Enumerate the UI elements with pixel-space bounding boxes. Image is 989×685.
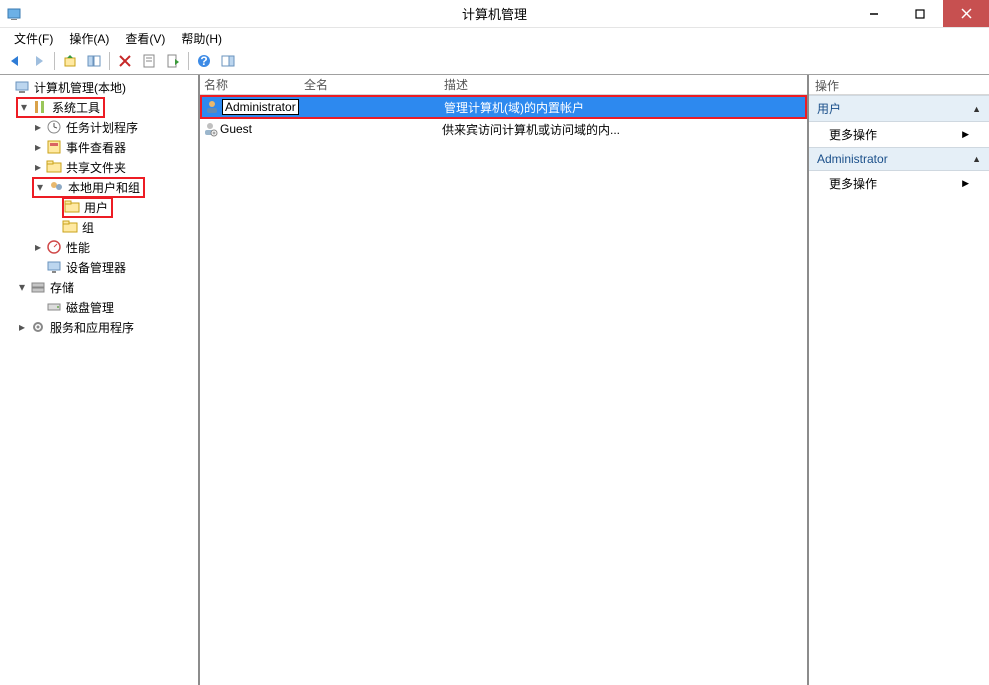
tree-label: 计算机管理(本地) (33, 79, 127, 96)
tree-services-apps[interactable]: ▸ 服务和应用程序 (0, 317, 198, 337)
performance-icon (46, 239, 62, 255)
section-title: Administrator (817, 152, 888, 166)
action-label: 更多操作 (829, 175, 877, 192)
action-more-users[interactable]: 更多操作 ▶ (809, 122, 989, 147)
tree-users[interactable]: ▸ 用户 (0, 197, 198, 217)
collapse-icon[interactable]: ▾ (16, 281, 28, 293)
tree-label: 磁盘管理 (65, 299, 115, 316)
list-row-administrator[interactable]: Administrator 管理计算机(域)的内置帐户 (202, 97, 805, 117)
menu-file[interactable]: 文件(F) (6, 28, 61, 49)
tree-device-manager[interactable]: ▸ 设备管理器 (0, 257, 198, 277)
collapse-icon[interactable]: ▾ (34, 181, 46, 193)
tree-label: 任务计划程序 (65, 119, 139, 136)
menu-view[interactable]: 查看(V) (117, 28, 173, 49)
back-button[interactable] (4, 50, 26, 72)
tree-label: 组 (81, 219, 95, 236)
properties-button[interactable] (138, 50, 160, 72)
menu-help[interactable]: 帮助(H) (173, 28, 230, 49)
tree-shared-folders[interactable]: ▸ 共享文件夹 (0, 157, 198, 177)
tree-task-scheduler[interactable]: ▸ 任务计划程序 (0, 117, 198, 137)
expand-icon[interactable]: ▸ (32, 121, 44, 133)
tree-storage[interactable]: ▾ 存储 (0, 277, 198, 297)
help-button[interactable]: ? (193, 50, 215, 72)
tree-disk-management[interactable]: ▸ 磁盘管理 (0, 297, 198, 317)
action-more-administrator[interactable]: 更多操作 ▶ (809, 171, 989, 196)
show-hide-tree-button[interactable] (83, 50, 105, 72)
cell-description: 管理计算机(域)的内置帐户 (442, 99, 805, 116)
up-button[interactable] (59, 50, 81, 72)
svg-text:?: ? (200, 54, 207, 68)
folder-icon (62, 219, 78, 235)
menu-bar: 文件(F) 操作(A) 查看(V) 帮助(H) (0, 28, 989, 48)
list-pane: 名称 全名 描述 Administrator 管理计算机(域)的内置帐户 Gue… (200, 75, 809, 685)
action-label: 更多操作 (829, 126, 877, 143)
actions-section-administrator[interactable]: Administrator ▲ (809, 147, 989, 171)
list-row-guest[interactable]: Guest 供来宾访问计算机或访问域的内... (200, 119, 807, 139)
folder-icon (64, 199, 80, 215)
storage-icon (30, 279, 46, 295)
content: ▿ 计算机管理(本地) ▾ 系统工具 ▸ 任务计划程序 ▸ 事件查看器 (0, 74, 989, 685)
tree-label: 本地用户和组 (67, 179, 141, 196)
services-icon (30, 319, 46, 335)
tree-root-computer-management[interactable]: ▿ 计算机管理(本地) (0, 77, 198, 97)
tree-label: 性能 (65, 239, 91, 256)
collapse-icon[interactable]: ▾ (18, 101, 30, 113)
clock-icon (46, 119, 62, 135)
tree-label: 设备管理器 (65, 259, 127, 276)
actions-header: 操作 (809, 75, 989, 95)
toolbar-separator (188, 52, 189, 70)
submenu-arrow-icon: ▶ (962, 178, 969, 189)
device-manager-icon (46, 259, 62, 275)
section-title: 用户 (817, 100, 841, 117)
submenu-arrow-icon: ▶ (962, 129, 969, 140)
tree-performance[interactable]: ▸ 性能 (0, 237, 198, 257)
collapse-arrow-icon: ▲ (972, 104, 981, 114)
user-icon (204, 99, 220, 115)
computer-icon (14, 79, 30, 95)
tree-local-users-groups[interactable]: ▾ 本地用户和组 (0, 177, 198, 197)
list-header: 名称 全名 描述 (200, 75, 807, 95)
tree-event-viewer[interactable]: ▸ 事件查看器 (0, 137, 198, 157)
column-header-fullname[interactable]: 全名 (300, 76, 440, 93)
cell-description: 供来宾访问计算机或访问域的内... (440, 121, 807, 138)
tree-groups[interactable]: ▸ 组 (0, 217, 198, 237)
forward-button[interactable] (28, 50, 50, 72)
tree-label: 用户 (83, 199, 109, 216)
cell-name: Guest (220, 122, 252, 136)
tree-label: 系统工具 (51, 99, 101, 116)
toolbar: ? (0, 48, 989, 74)
user-icon (202, 121, 218, 137)
tree-label: 事件查看器 (65, 139, 127, 156)
shared-folders-icon (46, 159, 62, 175)
tree-system-tools[interactable]: ▾ 系统工具 (0, 97, 198, 117)
window-title: 计算机管理 (0, 4, 989, 23)
tree-label: 共享文件夹 (65, 159, 127, 176)
tree-label: 存储 (49, 279, 75, 296)
expand-icon[interactable]: ▸ (32, 241, 44, 253)
disk-icon (46, 299, 62, 315)
tree-label: 服务和应用程序 (49, 319, 135, 336)
users-group-icon (48, 179, 64, 195)
column-header-name[interactable]: 名称 (200, 76, 300, 93)
show-actions-button[interactable] (217, 50, 239, 72)
export-button[interactable] (162, 50, 184, 72)
rename-input[interactable]: Administrator (222, 99, 299, 115)
tools-icon (32, 99, 48, 115)
event-viewer-icon (46, 139, 62, 155)
delete-button[interactable] (114, 50, 136, 72)
toolbar-separator (109, 52, 110, 70)
actions-section-users[interactable]: 用户 ▲ (809, 95, 989, 122)
collapse-arrow-icon: ▲ (972, 154, 981, 164)
expand-icon[interactable]: ▸ (32, 141, 44, 153)
menu-action[interactable]: 操作(A) (61, 28, 117, 49)
column-header-description[interactable]: 描述 (440, 76, 807, 93)
toolbar-separator (54, 52, 55, 70)
expand-icon[interactable]: ▸ (32, 161, 44, 173)
title-bar: 计算机管理 (0, 0, 989, 28)
expand-icon[interactable]: ▸ (16, 321, 28, 333)
tree-pane: ▿ 计算机管理(本地) ▾ 系统工具 ▸ 任务计划程序 ▸ 事件查看器 (0, 75, 200, 685)
actions-pane: 操作 用户 ▲ 更多操作 ▶ Administrator ▲ 更多操作 ▶ (809, 75, 989, 685)
